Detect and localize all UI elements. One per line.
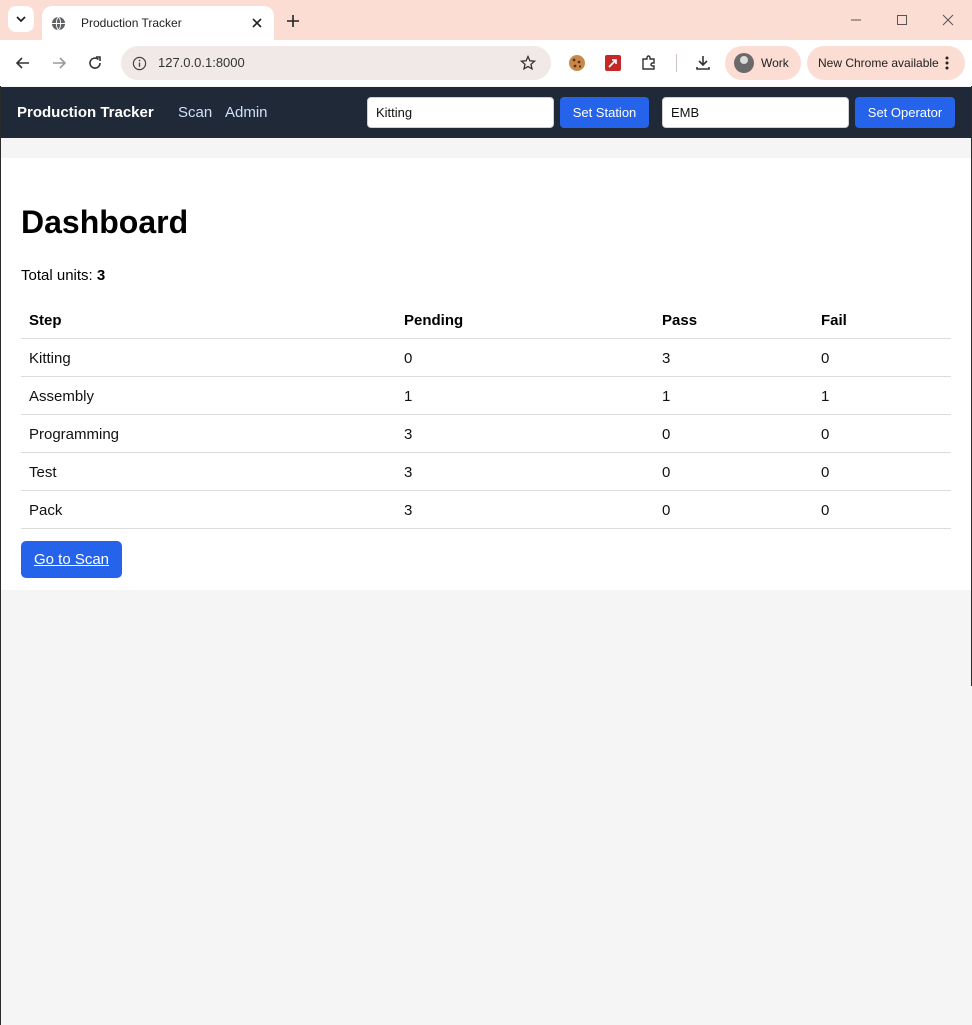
reload-button[interactable] <box>85 53 105 73</box>
arrow-right-icon <box>53 57 67 69</box>
window-close-button[interactable] <box>940 12 956 28</box>
extensions-puzzle-icon[interactable] <box>639 53 659 73</box>
browser-tab-active[interactable]: Production Tracker <box>42 6 274 40</box>
maximize-icon <box>897 15 907 25</box>
pass-count: 0 <box>662 426 671 443</box>
app-navbar: Production Tracker Scan Admin Kitting Se… <box>1 87 971 138</box>
column-header-pass: Pass <box>662 312 698 329</box>
avatar <box>734 53 754 73</box>
kebab-menu-icon[interactable] <box>939 55 955 71</box>
pass-count: 3 <box>662 350 671 367</box>
profile-button[interactable]: Work <box>725 46 801 80</box>
nav-link-admin[interactable]: Admin <box>225 104 268 121</box>
dashboard-content: Dashboard Total units: 3 Step Pending Pa… <box>1 158 971 590</box>
go-to-scan-button[interactable]: Go to Scan <box>21 541 122 578</box>
tab-search-button[interactable] <box>8 6 34 32</box>
minimize-button[interactable] <box>848 12 864 28</box>
profile-label: Work <box>761 56 789 70</box>
table-row: Programming 3 0 0 <box>21 415 951 453</box>
column-header-step: Step <box>29 312 62 329</box>
site-info-icon[interactable] <box>131 55 147 71</box>
close-icon <box>942 14 954 26</box>
set-station-button[interactable]: Set Station <box>560 97 649 128</box>
pdf-extension-icon[interactable] <box>603 53 623 73</box>
pending-count: 0 <box>404 350 413 367</box>
browser-toolbar: 127.0.0.1:8000 Work New Chrome available <box>0 40 972 86</box>
fail-count: 0 <box>821 502 830 519</box>
column-header-fail: Fail <box>821 312 847 329</box>
fail-count: 0 <box>821 464 830 481</box>
toolbar-divider <box>676 54 677 72</box>
url-text: 127.0.0.1:8000 <box>158 55 245 70</box>
plus-icon <box>287 15 299 27</box>
close-icon[interactable] <box>250 16 264 30</box>
tab-title: Production Tracker <box>81 16 182 30</box>
minimize-icon <box>851 19 861 21</box>
reload-icon <box>89 56 101 69</box>
step-name: Assembly <box>29 388 95 405</box>
step-name: Kitting <box>29 350 71 367</box>
chevron-down-icon <box>16 16 26 23</box>
back-button[interactable] <box>13 53 33 73</box>
station-input[interactable]: Kitting <box>367 97 554 128</box>
total-units-label: Total units: <box>21 267 93 284</box>
browser-tabstrip: Production Tracker <box>0 0 972 40</box>
forward-button[interactable] <box>49 53 69 73</box>
pending-count: 3 <box>404 426 413 443</box>
table-row: Pack 3 0 0 <box>21 491 951 529</box>
pending-count: 3 <box>404 464 413 481</box>
arrow-left-icon <box>15 57 29 69</box>
set-operator-button[interactable]: Set Operator <box>855 97 955 128</box>
pass-count: 0 <box>662 502 671 519</box>
fail-count: 0 <box>821 426 830 443</box>
fail-count: 1 <box>821 388 830 405</box>
total-units-summary: Total units: 3 <box>21 267 105 284</box>
step-status-table: Step Pending Pass Fail Kitting 0 3 0 Ass… <box>21 300 951 529</box>
table-row: Assembly 1 1 1 <box>21 377 951 415</box>
pending-count: 1 <box>404 388 413 405</box>
maximize-button[interactable] <box>894 12 910 28</box>
new-tab-button[interactable] <box>284 12 302 30</box>
page-title: Dashboard <box>21 204 189 240</box>
pass-count: 0 <box>662 464 671 481</box>
chrome-update-button[interactable]: New Chrome available <box>807 46 965 80</box>
globe-icon <box>50 15 66 31</box>
cookie-extension-icon[interactable] <box>567 53 587 73</box>
table-header-row: Step Pending Pass Fail <box>21 300 951 339</box>
step-name: Programming <box>29 426 120 443</box>
brand-title[interactable]: Production Tracker <box>17 104 154 121</box>
step-name: Test <box>29 464 57 481</box>
step-name: Pack <box>29 502 63 519</box>
operator-input[interactable]: EMB <box>662 97 849 128</box>
nav-link-scan[interactable]: Scan <box>178 104 212 121</box>
update-label: New Chrome available <box>818 56 939 70</box>
fail-count: 0 <box>821 350 830 367</box>
download-icon[interactable] <box>693 53 713 73</box>
table-row: Test 3 0 0 <box>21 453 951 491</box>
bookmark-star-icon[interactable] <box>519 54 537 72</box>
table-row: Kitting 0 3 0 <box>21 339 951 377</box>
column-header-pending: Pending <box>404 312 464 329</box>
address-bar[interactable]: 127.0.0.1:8000 <box>121 46 551 80</box>
pass-count: 1 <box>662 388 671 405</box>
pending-count: 3 <box>404 502 413 519</box>
total-units-value: 3 <box>96 267 106 284</box>
